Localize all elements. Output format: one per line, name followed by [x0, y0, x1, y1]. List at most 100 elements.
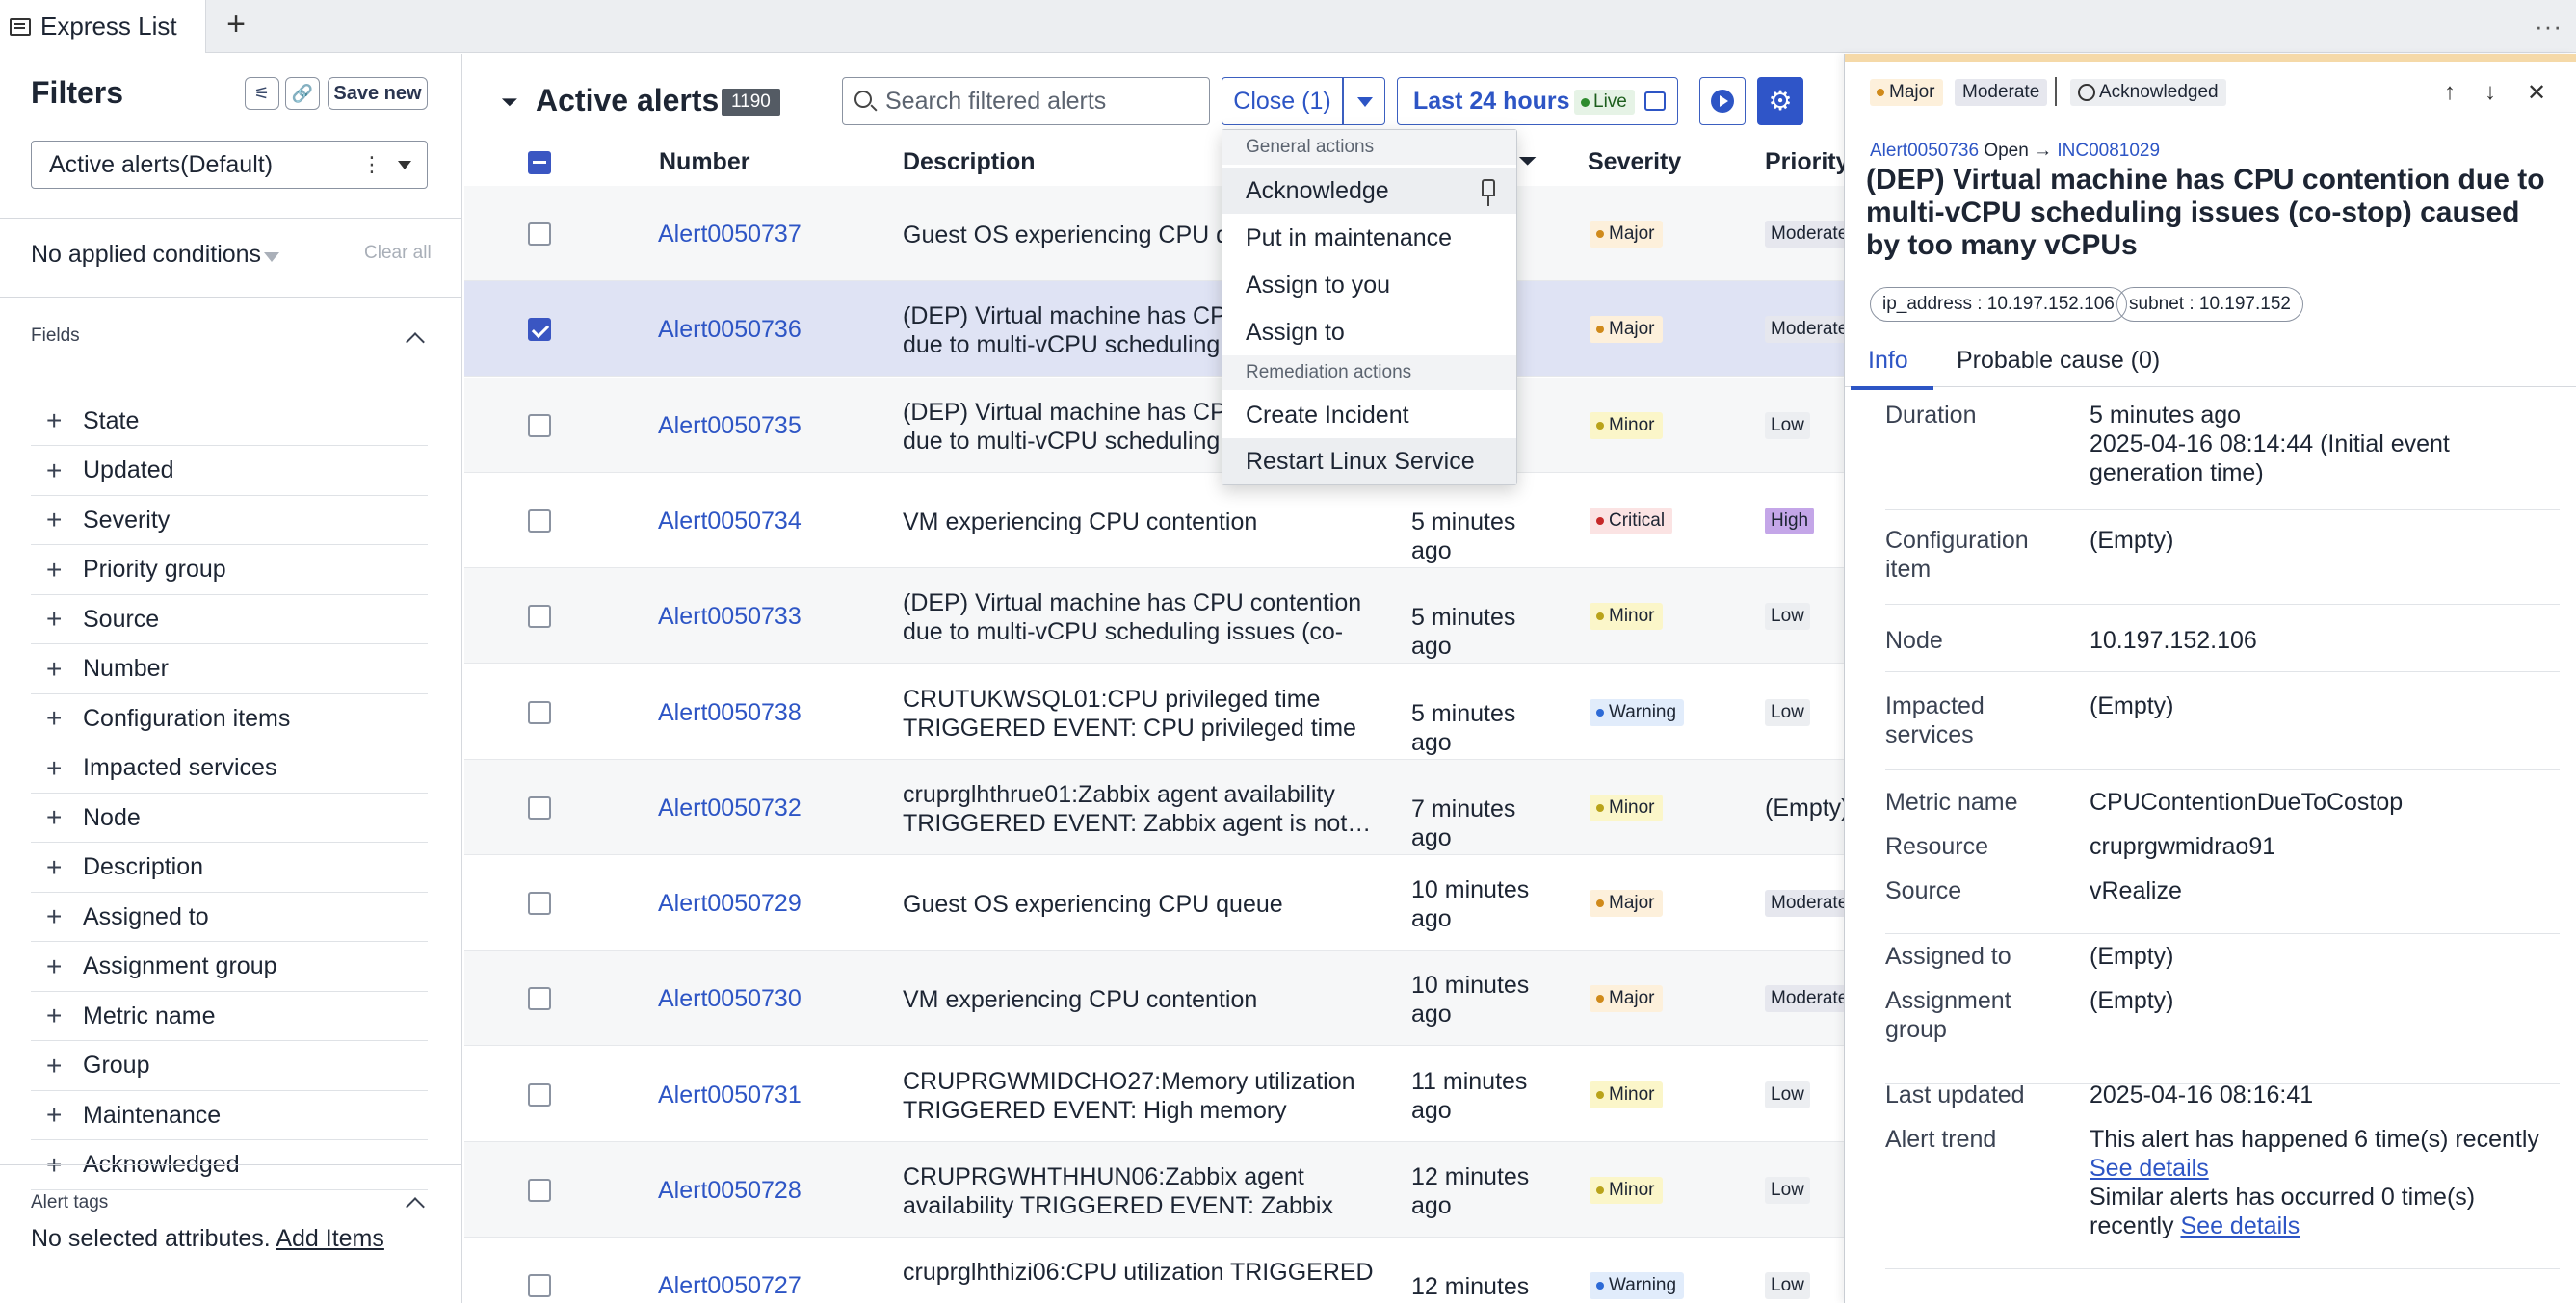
tab-info[interactable]: Info: [1851, 347, 1933, 390]
table-row[interactable]: Alert0050729 Guest OS experiencing CPU qu…: [464, 855, 1854, 951]
filter-field-row[interactable]: + Configuration items: [31, 694, 428, 743]
table-row[interactable]: Alert0050732 cruprglhthrue01:Zabbix agent…: [464, 759, 1850, 855]
filter-field-row[interactable]: + Description: [31, 844, 428, 893]
table-row[interactable]: Alert0050730 VM experiencing CPU contenti…: [464, 951, 1854, 1047]
filter-field-row[interactable]: + Maintenance: [31, 1091, 428, 1140]
filter-field-row[interactable]: + Number: [31, 645, 428, 694]
row-checkbox[interactable]: [528, 1179, 551, 1202]
alert-number-link[interactable]: Alert0050733: [658, 603, 802, 631]
row-checkbox[interactable]: [528, 1274, 551, 1298]
alert-number-link[interactable]: Alert0050735: [658, 412, 802, 440]
close-alerts-button[interactable]: Close (1): [1222, 77, 1343, 125]
filter-field-row[interactable]: + Metric name: [31, 992, 428, 1041]
menu-item-acknowledge[interactable]: Acknowledge: [1222, 168, 1516, 214]
field-value: (Empty): [2090, 527, 2174, 554]
close-icon[interactable]: ✕: [2527, 79, 2546, 107]
row-checkbox[interactable]: [528, 1082, 551, 1107]
copy-link-button[interactable]: 🔗: [285, 77, 320, 110]
alert-number-link[interactable]: Alert0050731: [658, 1081, 802, 1109]
row-checkbox[interactable]: [528, 413, 551, 437]
menu-item-assign-to-you[interactable]: Assign to you: [1222, 262, 1516, 308]
column-number[interactable]: Number: [659, 148, 749, 176]
filter-field-row[interactable]: + Node: [31, 794, 428, 843]
pin-icon[interactable]: [1482, 179, 1495, 206]
filter-field-row[interactable]: + Updated: [31, 447, 428, 496]
see-details-link[interactable]: See details: [2090, 1155, 2209, 1182]
filter-field-row[interactable]: + Assigned to: [31, 893, 428, 942]
filters-panel: Filters ⚟ 🔗 Save new Active alerts(Defau…: [0, 54, 462, 1303]
alert-number-link[interactable]: Alert0050734: [658, 508, 802, 535]
more-horizontal-icon[interactable]: ···: [2535, 12, 2563, 41]
time-range-button[interactable]: Last 24 hours Live: [1397, 77, 1678, 125]
play-button[interactable]: [1699, 77, 1746, 125]
search-input[interactable]: Search filtered alerts: [842, 77, 1210, 125]
menu-item-create-incident[interactable]: Create Incident: [1222, 392, 1516, 438]
view-select[interactable]: Active alerts(Default) ⋮: [31, 141, 428, 189]
tag-ip-address[interactable]: ip_address : 10.197.152.106: [1870, 287, 2127, 322]
alert-number-link[interactable]: Alert0050730: [658, 985, 802, 1013]
filter-field-row[interactable]: + Assignment group: [31, 943, 428, 992]
menu-item-restart-linux-service[interactable]: Restart Linux Service: [1222, 438, 1516, 484]
row-checkbox[interactable]: [528, 892, 551, 916]
see-details-link[interactable]: See details: [2181, 1212, 2300, 1239]
table-row[interactable]: Alert0050728 CRUPRGWHTHHUN06:Zabbix agent…: [464, 1142, 1844, 1238]
filter-field-row[interactable]: + Acknowledged: [31, 1141, 428, 1190]
filter-field-row[interactable]: + Severity: [31, 496, 428, 545]
filter-settings-button[interactable]: ⚟: [245, 77, 279, 110]
table-row[interactable]: Alert0050735 (DEP) Virtual machine has CP…: [464, 377, 1844, 473]
filter-field-row[interactable]: + Source: [31, 595, 428, 644]
table-row[interactable]: Alert0050737 Guest OS experiencing CPU qu…: [464, 186, 1854, 281]
filter-field-row[interactable]: + Impacted services: [31, 744, 428, 794]
filter-field-row[interactable]: + Priority group: [31, 546, 428, 595]
tab-probable-cause[interactable]: Probable cause (0): [1957, 347, 2160, 375]
settings-button[interactable]: ⚙: [1757, 77, 1803, 125]
column-filter-icon[interactable]: ⏷: [1518, 148, 1537, 175]
arrow-down-icon[interactable]: ↓: [2484, 79, 2496, 106]
row-checkbox[interactable]: [528, 508, 551, 533]
alert-number-link[interactable]: Alert0050736: [658, 316, 802, 344]
row-checkbox[interactable]: [528, 795, 551, 820]
alert-number-link[interactable]: Alert0050732: [658, 795, 802, 822]
more-actions-dropdown[interactable]: [1343, 77, 1385, 125]
row-checkbox[interactable]: [528, 222, 551, 246]
table-row[interactable]: Alert0050734 VM experiencing CPU contenti…: [464, 473, 1844, 568]
chevron-up-icon[interactable]: [406, 332, 425, 352]
select-all-checkbox[interactable]: [528, 151, 551, 174]
menu-item-assign-to[interactable]: Assign to: [1222, 309, 1516, 355]
severity-badge: Minor: [1590, 1081, 1663, 1108]
column-description[interactable]: Description: [903, 148, 1036, 176]
column-severity[interactable]: Severity: [1588, 148, 1681, 176]
row-checkbox[interactable]: [528, 318, 551, 342]
filter-field-row[interactable]: + Group: [31, 1042, 428, 1091]
filter-toggle-icon[interactable]: ⏷: [501, 90, 518, 115]
chevron-up-icon[interactable]: [406, 1197, 425, 1216]
tab-express-list[interactable]: Express List: [0, 0, 206, 53]
alert-number-link[interactable]: Alert0050729: [658, 890, 802, 918]
alert-number-link[interactable]: Alert0050736: [1870, 141, 1979, 161]
row-checkbox[interactable]: [528, 700, 551, 724]
table-row[interactable]: Alert0050727 cruprglhthizi06:CPU utilizat…: [464, 1238, 1844, 1303]
clear-all-button[interactable]: Clear all: [364, 243, 432, 264]
alert-updated: 10 minutes ago: [1411, 876, 1530, 933]
arrow-up-icon[interactable]: ↑: [2444, 79, 2456, 106]
row-checkbox[interactable]: [528, 987, 551, 1011]
menu-item-put-in-maintenance[interactable]: Put in maintenance: [1222, 215, 1516, 261]
table-row[interactable]: Alert0050736 (DEP) Virtual machine has CP…: [464, 281, 1854, 378]
alert-number-link[interactable]: Alert0050728: [658, 1177, 802, 1205]
table-row[interactable]: Alert0050738 CRUTUKWSQL01:CPU privileged …: [464, 665, 1844, 760]
filter-field-row[interactable]: + State: [31, 397, 428, 446]
incident-link[interactable]: INC0081029: [2057, 141, 2160, 161]
tag-subnet[interactable]: subnet : 10.197.152: [2116, 287, 2303, 322]
alert-number-link[interactable]: Alert0050727: [658, 1272, 802, 1300]
column-priority[interactable]: Priority: [1765, 148, 1850, 176]
row-checkbox[interactable]: [528, 605, 551, 629]
add-tab-button[interactable]: +: [220, 8, 252, 42]
plus-icon: +: [46, 703, 63, 733]
alert-updated: 10 minutes ago: [1411, 972, 1530, 1029]
add-items-link[interactable]: Add Items: [276, 1225, 384, 1252]
alert-number-link[interactable]: Alert0050737: [658, 221, 802, 248]
save-new-button[interactable]: Save new: [328, 77, 428, 110]
table-row[interactable]: Alert0050733 (DEP) Virtual machine has CP…: [464, 568, 1844, 665]
alert-number-link[interactable]: Alert0050738: [658, 699, 802, 727]
table-row[interactable]: Alert0050731 CRUPRGWMIDCHO27:Memory utili…: [464, 1047, 1844, 1142]
